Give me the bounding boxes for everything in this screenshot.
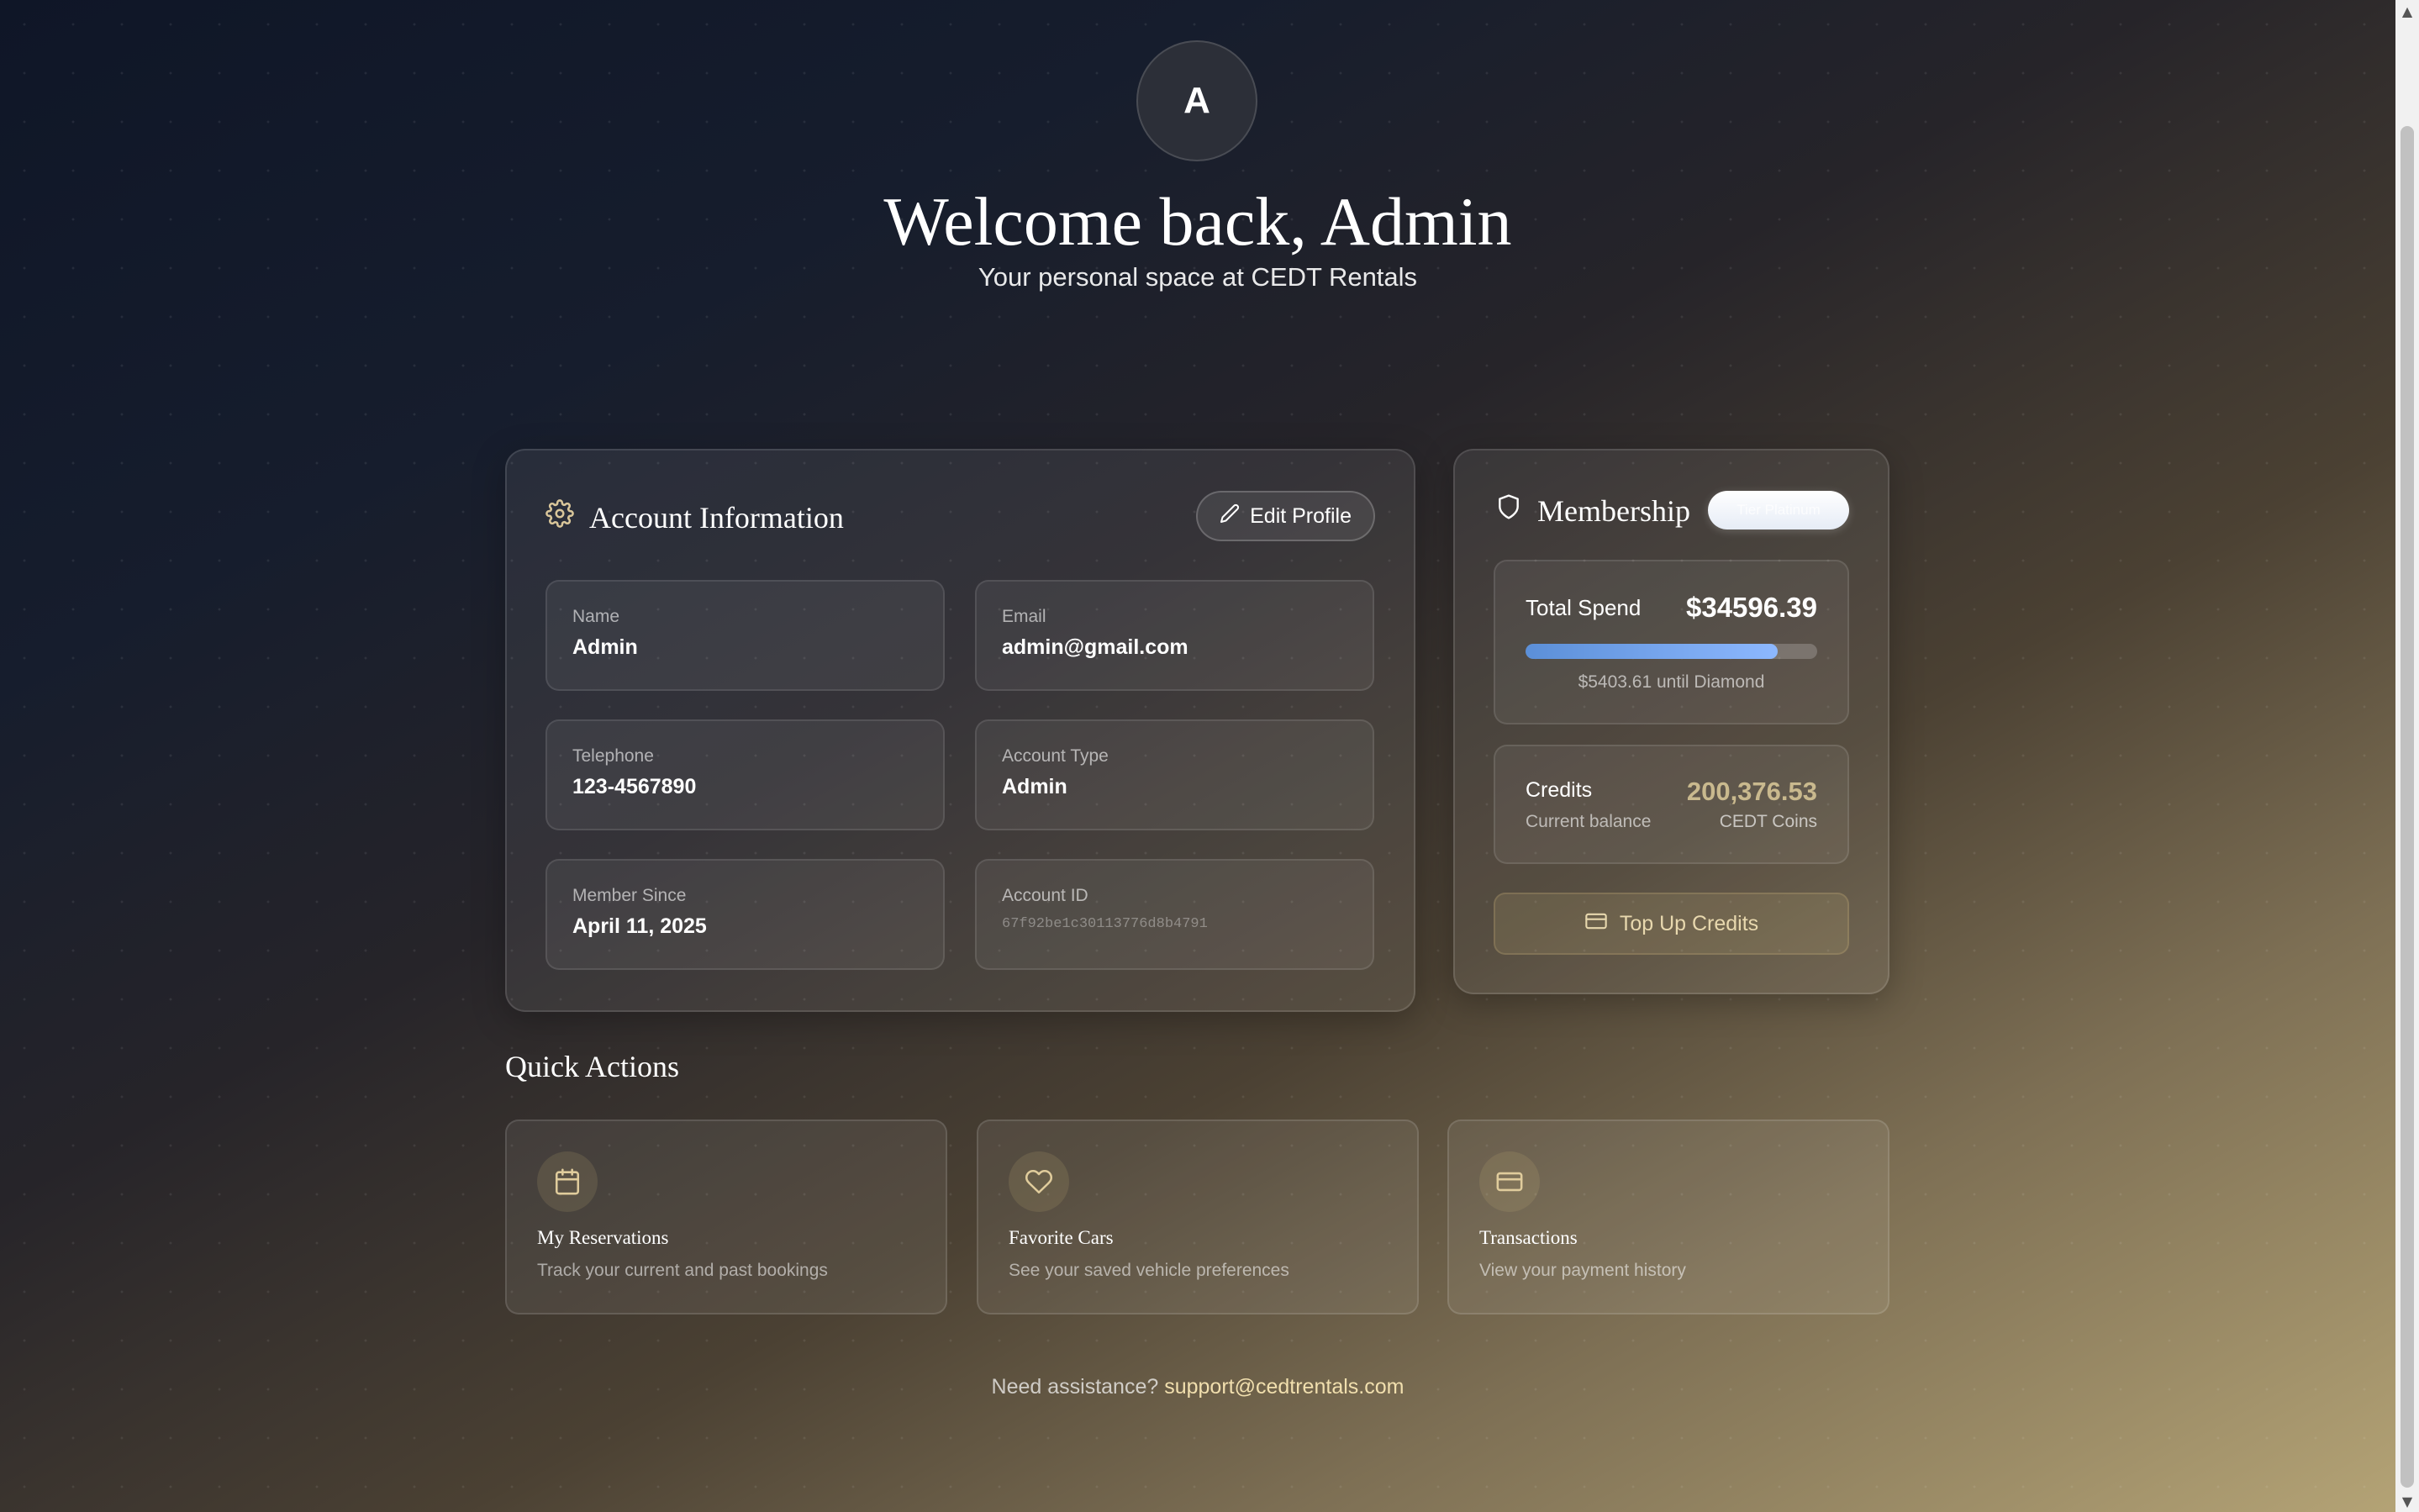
credits-subtitle: Current balance <box>1526 812 1652 831</box>
field-label: Telephone <box>572 746 654 766</box>
field-value: admin@gmail.com <box>1002 635 1188 659</box>
vertical-scrollbar[interactable]: ▲ ▼ <box>2395 0 2419 1512</box>
quick-action-subtitle: View your payment history <box>1479 1261 1686 1280</box>
total-spend-panel: Total Spend $34596.39 $5403.61 until Dia… <box>1494 560 1849 724</box>
quick-action-title: My Reservations <box>537 1227 669 1248</box>
quick-action-favorite-cars[interactable]: Favorite Cars See your saved vehicle pre… <box>977 1120 1419 1314</box>
credits-label: Credits <box>1526 778 1593 802</box>
support-email-link[interactable]: support@cedtrentals.com <box>1164 1375 1404 1399</box>
field-label: Account Type <box>1002 746 1109 766</box>
credits-panel: Credits Current balance 200,376.53 CEDT … <box>1494 745 1849 864</box>
field-value: Admin <box>572 635 638 659</box>
scroll-up-icon[interactable]: ▲ <box>2395 0 2419 22</box>
quick-action-title: Favorite Cars <box>1009 1227 1114 1248</box>
tier-progress-bar <box>1526 644 1817 659</box>
quick-action-subtitle: See your saved vehicle preferences <box>1009 1261 1289 1280</box>
field-label: Account ID <box>1002 886 1088 905</box>
field-label: Member Since <box>572 886 687 905</box>
tier-badge: Tier Platinum <box>1708 491 1849 529</box>
quick-actions-title: Quick Actions <box>505 1050 679 1083</box>
credits-unit: CEDT Coins <box>1719 812 1817 831</box>
total-spend-value: $34596.39 <box>1686 592 1817 623</box>
heart-icon <box>1009 1151 1069 1212</box>
field-account-type: Account Type Admin <box>975 719 1374 830</box>
total-spend-label: Total Spend <box>1526 595 1642 620</box>
page-title: Welcome back, Admin <box>883 183 1512 260</box>
shield-icon <box>1495 493 1522 529</box>
credit-card-icon <box>1584 911 1608 937</box>
quick-action-subtitle: Track your current and past bookings <box>537 1261 828 1280</box>
quick-action-transactions[interactable]: Transactions View your payment history <box>1447 1120 1889 1314</box>
account-information-title: Account Information <box>589 500 844 535</box>
field-telephone: Telephone 123-4567890 <box>545 719 945 830</box>
field-label: Name <box>572 607 620 626</box>
edit-profile-button[interactable]: Edit Profile <box>1196 491 1375 541</box>
pencil-icon <box>1220 503 1240 529</box>
credits-value: 200,376.53 <box>1686 777 1817 806</box>
field-value: Admin <box>1002 775 1067 798</box>
field-email: Email admin@gmail.com <box>975 580 1374 691</box>
account-information-header: Account Information <box>545 499 844 535</box>
footer: Need assistance? support@cedtrentals.com <box>0 1375 2395 1399</box>
membership-header: Membership <box>1495 493 1690 529</box>
field-value: April 11, 2025 <box>572 914 707 938</box>
progress-note: $5403.61 until Diamond <box>1578 672 1765 692</box>
account-information-card: Account Information Edit Profile Name Ad… <box>505 449 1415 1012</box>
field-label: Email <box>1002 607 1046 626</box>
membership-card: Membership Tier Platinum Total Spend $34… <box>1453 449 1889 994</box>
field-member-since: Member Since April 11, 2025 <box>545 859 945 970</box>
field-value: 67f92be1c30113776d8b4791 <box>1002 916 1208 932</box>
edit-profile-label: Edit Profile <box>1250 503 1352 528</box>
top-up-credits-label: Top Up Credits <box>1619 911 1759 935</box>
top-up-credits-button[interactable]: Top Up Credits <box>1494 893 1849 955</box>
scrollbar-thumb[interactable] <box>2401 126 2414 1488</box>
quick-action-title: Transactions <box>1479 1227 1578 1248</box>
page-subtitle: Your personal space at CEDT Rentals <box>978 262 1418 292</box>
tier-progress-fill <box>1526 644 1779 659</box>
field-name: Name Admin <box>545 580 945 691</box>
quick-action-reservations[interactable]: My Reservations Track your current and p… <box>505 1120 947 1314</box>
scroll-down-icon[interactable]: ▼ <box>2395 1490 2419 1512</box>
footer-text: Need assistance? <box>991 1375 1159 1399</box>
field-account-id: Account ID 67f92be1c30113776d8b4791 <box>975 859 1374 970</box>
avatar: A <box>1136 40 1257 161</box>
credit-card-icon <box>1479 1151 1540 1212</box>
calendar-icon <box>537 1151 598 1212</box>
membership-title: Membership <box>1537 493 1690 528</box>
field-value: 123-4567890 <box>572 775 697 798</box>
gear-icon <box>545 499 574 535</box>
